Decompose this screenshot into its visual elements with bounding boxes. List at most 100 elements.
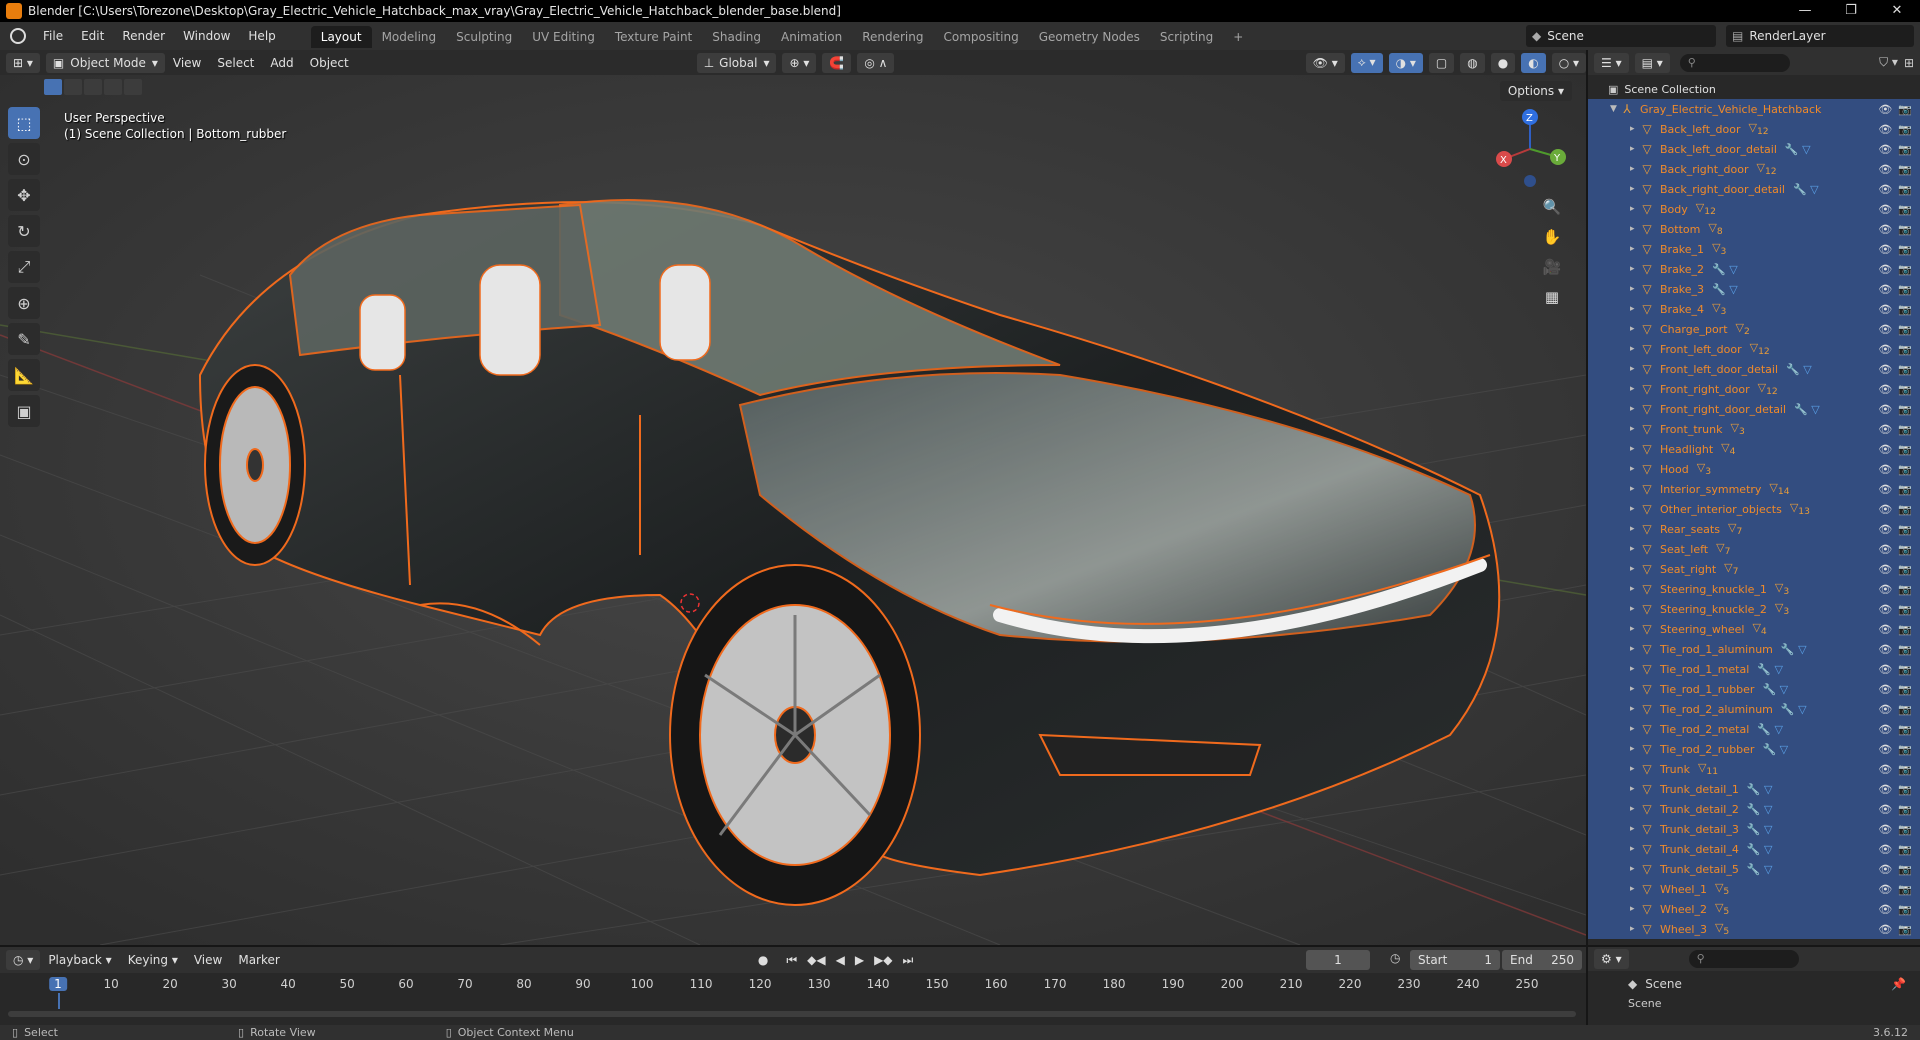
expand-arrow-icon[interactable]: ▸ [1630, 124, 1640, 134]
render-camera-icon[interactable]: 📷 [1898, 743, 1912, 756]
mesh-data-icon[interactable]: ▽14 [1769, 481, 1789, 497]
render-camera-icon[interactable]: 📷 [1898, 383, 1912, 396]
proportional-edit-toggle[interactable]: ◎ ∧ [857, 52, 895, 73]
tab-texture-paint[interactable]: Texture Paint [605, 26, 702, 48]
eye-icon[interactable]: 👁 [1878, 363, 1892, 376]
eye-icon[interactable]: 👁 [1878, 623, 1892, 636]
cursor-tool-icon[interactable]: ⊙ [8, 143, 40, 175]
render-camera-icon[interactable]: 📷 [1898, 303, 1912, 316]
select-extend-icon[interactable] [64, 79, 82, 95]
expand-arrow-icon[interactable]: ▸ [1630, 904, 1640, 914]
outliner-row-back-left-door[interactable]: ▸ ▽ Back_left_door ▽12 👁 📷 [1588, 119, 1920, 139]
eye-icon[interactable]: 👁 [1878, 283, 1892, 296]
maximize-button[interactable]: ❐ [1828, 0, 1874, 22]
close-button[interactable]: ✕ [1874, 0, 1920, 22]
render-camera-icon[interactable]: 📷 [1898, 843, 1912, 856]
render-camera-icon[interactable]: 📷 [1898, 823, 1912, 836]
pivot-point-button[interactable]: ⊕ ▾ [782, 52, 817, 73]
eye-icon[interactable]: 👁 [1878, 403, 1892, 416]
expand-arrow-icon[interactable]: ▸ [1630, 924, 1640, 934]
expand-arrow-icon[interactable]: ▸ [1630, 284, 1640, 294]
expand-arrow-icon[interactable]: ▸ [1630, 144, 1640, 154]
mesh-data-icon[interactable]: ▽7 [1716, 541, 1730, 557]
eye-icon[interactable]: 👁 [1878, 863, 1892, 876]
snap-toggle[interactable]: 🧲 [822, 52, 852, 73]
select-invert-icon[interactable] [104, 79, 122, 95]
render-camera-icon[interactable]: 📷 [1898, 363, 1912, 376]
perspective-grid-icon[interactable]: ▦ [1538, 283, 1566, 311]
eye-icon[interactable]: 👁 [1878, 583, 1892, 596]
eye-icon[interactable]: 👁 [1878, 643, 1892, 656]
render-camera-icon[interactable]: 📷 [1898, 923, 1912, 936]
eye-icon[interactable]: 👁 [1878, 703, 1892, 716]
render-camera-icon[interactable]: 📷 [1898, 323, 1912, 336]
outliner-display-mode-button[interactable]: ▤ ▾ [1634, 52, 1670, 73]
outliner-row-steering-wheel[interactable]: ▸ ▽ Steering_wheel ▽4 👁 📷 [1588, 619, 1920, 639]
rotate-tool-icon[interactable]: ↻ [8, 215, 40, 247]
menu-render[interactable]: Render [113, 22, 174, 50]
mesh-data-icon[interactable]: ▽7 [1728, 521, 1742, 537]
tab-compositing[interactable]: Compositing [933, 26, 1028, 48]
play-icon[interactable]: ▶ [855, 953, 864, 968]
outliner-row-tie-rod-2-metal[interactable]: ▸ ▽ Tie_rod_2_metal 🔧 ▽ 👁 📷 [1588, 719, 1920, 739]
outliner-row-trunk-detail-4[interactable]: ▸ ▽ Trunk_detail_4 🔧 ▽ 👁 📷 [1588, 839, 1920, 859]
outliner-editor-type-button[interactable]: ☰ ▾ [1594, 52, 1629, 73]
expand-arrow-icon[interactable]: ▸ [1630, 484, 1640, 494]
eye-icon[interactable]: 👁 [1878, 163, 1892, 176]
tab-shading[interactable]: Shading [702, 26, 771, 48]
render-camera-icon[interactable]: 📷 [1898, 583, 1912, 596]
editor-type-button[interactable]: ⊞ ▾ [6, 52, 40, 73]
mesh-data-icon[interactable]: ▽4 [1752, 621, 1766, 637]
tab-uv-editing[interactable]: UV Editing [522, 26, 605, 48]
render-camera-icon[interactable]: 📷 [1898, 223, 1912, 236]
expand-arrow-icon[interactable]: ▸ [1630, 204, 1640, 214]
render-camera-icon[interactable]: 📷 [1898, 683, 1912, 696]
zoom-icon[interactable]: 🔍 [1538, 193, 1566, 221]
select-subtract-icon[interactable] [84, 79, 102, 95]
expand-arrow-icon[interactable]: ▸ [1630, 264, 1640, 274]
render-camera-icon[interactable]: 📷 [1898, 623, 1912, 636]
tab-sculpting[interactable]: Sculpting [446, 26, 522, 48]
collapse-arrow-icon[interactable]: ▼ [1610, 104, 1620, 114]
eye-icon[interactable]: 👁 [1878, 303, 1892, 316]
measure-tool-icon[interactable]: 📐 [8, 359, 40, 391]
timeline-editor-type-button[interactable]: ◷ ▾ [6, 950, 41, 970]
view-layer-selector[interactable]: ▤ RenderLayer [1726, 25, 1914, 47]
eye-icon[interactable]: 👁 [1878, 923, 1892, 936]
expand-arrow-icon[interactable]: ▸ [1630, 664, 1640, 674]
tab-animation[interactable]: Animation [771, 26, 852, 48]
preview-range-icon[interactable]: ◷ [1390, 951, 1400, 965]
transform-orientation-dropdown[interactable]: ⊥ Global ▾ [696, 52, 777, 73]
menu-timeline-view[interactable]: View [186, 953, 230, 967]
expand-arrow-icon[interactable]: ▸ [1630, 744, 1640, 754]
outliner-row-trunk[interactable]: ▸ ▽ Trunk ▽11 👁 📷 [1588, 759, 1920, 779]
render-camera-icon[interactable]: 📷 [1898, 523, 1912, 536]
mesh-data-icon[interactable]: ▽11 [1698, 761, 1718, 777]
modifier-wrench-icon[interactable]: 🔧 ▽ [1747, 783, 1773, 796]
expand-arrow-icon[interactable]: ▸ [1630, 564, 1640, 574]
mesh-data-icon[interactable]: ▽12 [1757, 161, 1777, 177]
expand-arrow-icon[interactable]: ▸ [1630, 424, 1640, 434]
render-camera-icon[interactable]: 📷 [1898, 203, 1912, 216]
expand-arrow-icon[interactable]: ▸ [1630, 344, 1640, 354]
mesh-data-icon[interactable]: ▽3 [1697, 461, 1711, 477]
render-camera-icon[interactable]: 📷 [1898, 883, 1912, 896]
eye-icon[interactable]: 👁 [1878, 723, 1892, 736]
outliner-row-trunk-detail-2[interactable]: ▸ ▽ Trunk_detail_2 🔧 ▽ 👁 📷 [1588, 799, 1920, 819]
eye-icon[interactable]: 👁 [1878, 203, 1892, 216]
eye-icon[interactable]: 👁 [1878, 243, 1892, 256]
mesh-data-icon[interactable]: ▽8 [1708, 221, 1722, 237]
modifier-wrench-icon[interactable]: 🔧 ▽ [1747, 863, 1773, 876]
outliner-row-front-trunk[interactable]: ▸ ▽ Front_trunk ▽3 👁 📷 [1588, 419, 1920, 439]
outliner-row-seat-left[interactable]: ▸ ▽ Seat_left ▽7 👁 📷 [1588, 539, 1920, 559]
tab-rendering[interactable]: Rendering [852, 26, 933, 48]
modifier-wrench-icon[interactable]: 🔧 ▽ [1712, 283, 1738, 296]
expand-arrow-icon[interactable]: ▸ [1630, 824, 1640, 834]
outliner-row-interior-symmetry[interactable]: ▸ ▽ Interior_symmetry ▽14 👁 📷 [1588, 479, 1920, 499]
outliner-row-wheel-2[interactable]: ▸ ▽ Wheel_2 ▽5 👁 📷 [1588, 899, 1920, 919]
render-camera-icon[interactable]: 📷 [1898, 643, 1912, 656]
modifier-wrench-icon[interactable]: 🔧 ▽ [1747, 843, 1773, 856]
menu-view[interactable]: View [165, 56, 209, 70]
mesh-data-icon[interactable]: ▽12 [1750, 341, 1770, 357]
expand-arrow-icon[interactable]: ▸ [1630, 604, 1640, 614]
